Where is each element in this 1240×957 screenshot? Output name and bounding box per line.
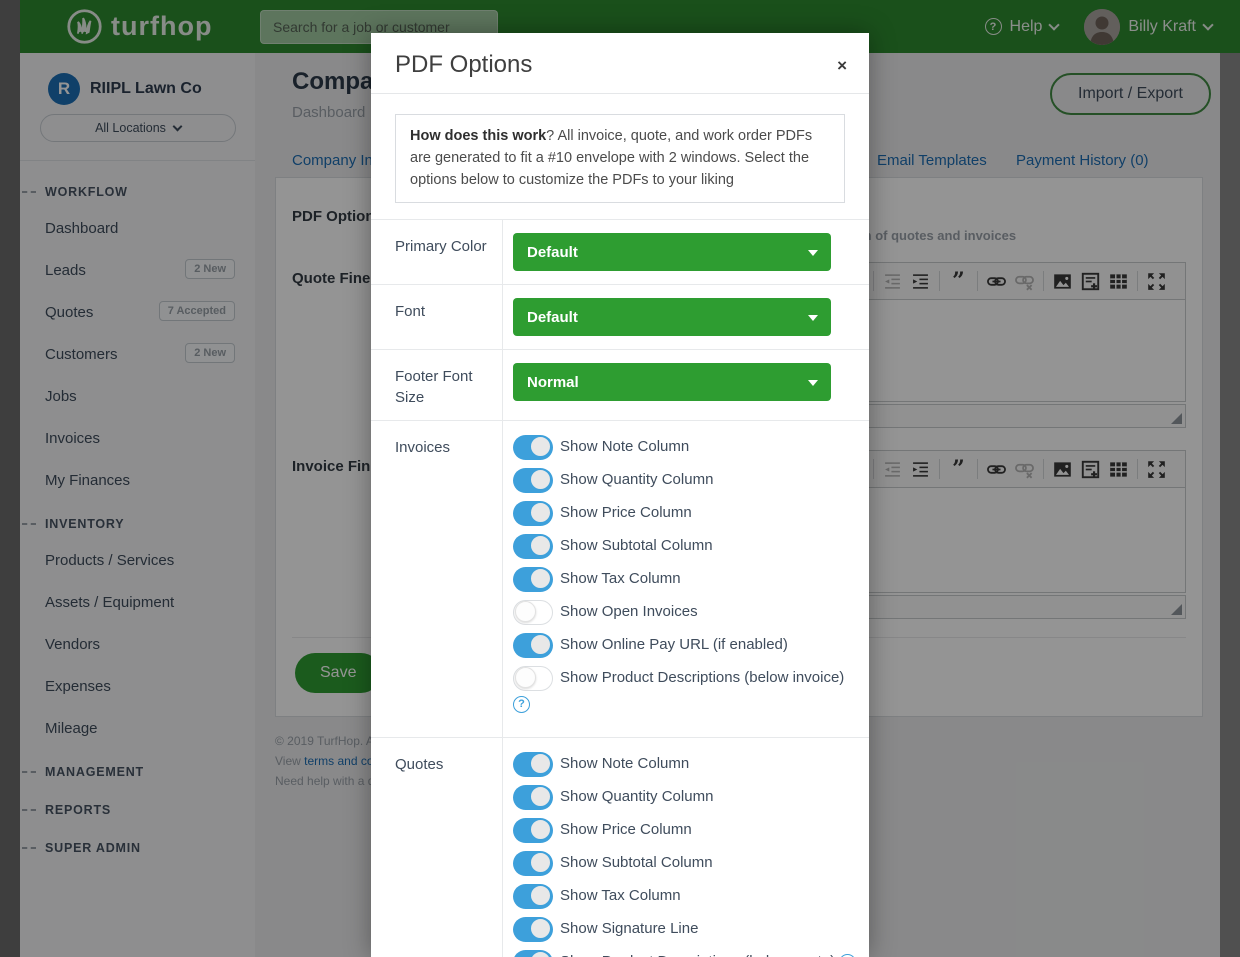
caret-down-icon — [808, 380, 818, 386]
modal-row-quotes: Quotes Show Note Column Show Quantity Colu… — [371, 737, 869, 957]
toggle-invoices-show-note-column[interactable] — [513, 435, 553, 460]
toggle-item: Show Quantity Column — [513, 784, 863, 810]
app-root: turfhop ? Help Billy Kraft — [0, 0, 1240, 957]
field-control: Normal — [503, 350, 869, 420]
toggle-knob — [530, 568, 551, 589]
toggle-invoices-show-open-invoices[interactable] — [513, 600, 553, 625]
toggle-label: Show Subtotal Column — [560, 537, 713, 554]
toggle-knob — [530, 753, 551, 774]
modal-row-footer-font-size: Footer Font Size Normal — [371, 349, 869, 420]
toggle-item: Show Product Descriptions (below invoice… — [513, 665, 863, 717]
toggle-label: Show Note Column — [560, 438, 689, 455]
toggle-item: Show Price Column — [513, 500, 863, 526]
toggle-quotes-show-product-descriptions-below-quote[interactable] — [513, 950, 553, 957]
caret-down-icon — [808, 250, 818, 256]
field-label: Invoices — [371, 421, 503, 737]
toggle-knob — [530, 436, 551, 457]
modal-form: Primary Color Default Font Default Footer Fo… — [371, 219, 869, 957]
caret-down-icon — [808, 315, 818, 321]
toggle-invoices-show-online-pay-url-if-enabled[interactable] — [513, 633, 553, 658]
modal-divider — [371, 93, 869, 94]
toggle-quotes-show-quantity-column[interactable] — [513, 785, 553, 810]
pdf-options-modal: PDF Options × How does this work? All in… — [371, 33, 869, 957]
toggle-label: Show Quantity Column — [560, 788, 713, 805]
toggle-quotes-show-subtotal-column[interactable] — [513, 851, 553, 876]
field-control: Default — [503, 220, 869, 284]
selected-value: Normal — [527, 374, 579, 391]
modal-info-box: How does this work? All invoice, quote, … — [395, 114, 845, 203]
toggle-item: Show Signature Line — [513, 916, 863, 942]
selected-value: Default — [527, 244, 578, 261]
toggle-knob — [530, 634, 551, 655]
toggle-invoices-show-product-descriptions-below-invoice[interactable] — [513, 666, 553, 691]
toggle-item: Show Subtotal Column — [513, 533, 863, 559]
font-select[interactable]: Default — [513, 298, 831, 336]
toggle-label: Show Price Column — [560, 504, 692, 521]
toggle-item: Show Subtotal Column — [513, 850, 863, 876]
toggle-quotes-show-tax-column[interactable] — [513, 884, 553, 909]
toggle-item: Show Open Invoices — [513, 599, 863, 625]
help-icon[interactable]: ? — [513, 696, 530, 713]
toggle-knob — [530, 852, 551, 873]
toggle-item: Show Tax Column — [513, 883, 863, 909]
footer-font-size-select[interactable]: Normal — [513, 363, 831, 401]
toggle-item: Show Online Pay URL (if enabled) — [513, 632, 863, 658]
toggle-label: Show Subtotal Column — [560, 854, 713, 871]
toggle-list: Show Note Column Show Quantity Column Show… — [503, 421, 869, 737]
toggle-label: Show Signature Line — [560, 920, 698, 937]
toggle-item: Show Product Descriptions (below quote) … — [513, 949, 863, 957]
toggle-knob — [530, 502, 551, 523]
toggle-invoices-show-price-column[interactable] — [513, 501, 553, 526]
modal-row-primary-color: Primary Color Default — [371, 219, 869, 284]
toggle-knob — [530, 918, 551, 939]
toggle-invoices-show-tax-column[interactable] — [513, 567, 553, 592]
field-label: Quotes — [371, 738, 503, 957]
selected-value: Default — [527, 309, 578, 326]
toggle-knob — [530, 469, 551, 490]
toggle-label: Show Open Invoices — [560, 603, 698, 620]
toggle-quotes-show-price-column[interactable] — [513, 818, 553, 843]
toggle-label: Show Product Descriptions (below quote) — [560, 953, 835, 957]
modal-row-invoices: Invoices Show Note Column Show Quantity Co… — [371, 420, 869, 737]
toggle-invoices-show-subtotal-column[interactable] — [513, 534, 553, 559]
toggle-item: Show Tax Column — [513, 566, 863, 592]
close-icon[interactable]: × — [837, 57, 847, 74]
toggle-item: Show Price Column — [513, 817, 863, 843]
toggle-knob — [530, 786, 551, 807]
field-label: Font — [371, 285, 503, 349]
toggle-invoices-show-quantity-column[interactable] — [513, 468, 553, 493]
toggle-label: Show Quantity Column — [560, 471, 713, 488]
toggle-label: Show Price Column — [560, 821, 692, 838]
field-label: Primary Color — [371, 220, 503, 284]
field-control: Default — [503, 285, 869, 349]
field-label: Footer Font Size — [371, 350, 503, 420]
toggle-label: Show Tax Column — [560, 570, 681, 587]
info-bold-text: How does this work — [410, 128, 546, 144]
primary-color-select[interactable]: Default — [513, 233, 831, 271]
modal-header: PDF Options × — [371, 33, 869, 93]
toggle-item: Show Note Column — [513, 434, 863, 460]
toggle-label: Show Online Pay URL (if enabled) — [560, 636, 788, 653]
toggle-label: Show Product Descriptions (below invoice… — [560, 669, 844, 686]
toggle-quotes-show-note-column[interactable] — [513, 752, 553, 777]
toggle-knob — [515, 667, 536, 688]
toggle-quotes-show-signature-line[interactable] — [513, 917, 553, 942]
modal-title: PDF Options — [395, 51, 845, 79]
toggle-list: Show Note Column Show Quantity Column Show… — [503, 738, 869, 957]
toggle-label: Show Tax Column — [560, 887, 681, 904]
toggle-label: Show Note Column — [560, 755, 689, 772]
modal-row-font: Font Default — [371, 284, 869, 349]
toggle-knob — [530, 885, 551, 906]
toggle-knob — [530, 951, 551, 957]
toggle-knob — [530, 819, 551, 840]
toggle-item: Show Quantity Column — [513, 467, 863, 493]
toggle-item: Show Note Column — [513, 751, 863, 777]
toggle-knob — [530, 535, 551, 556]
toggle-knob — [515, 601, 536, 622]
